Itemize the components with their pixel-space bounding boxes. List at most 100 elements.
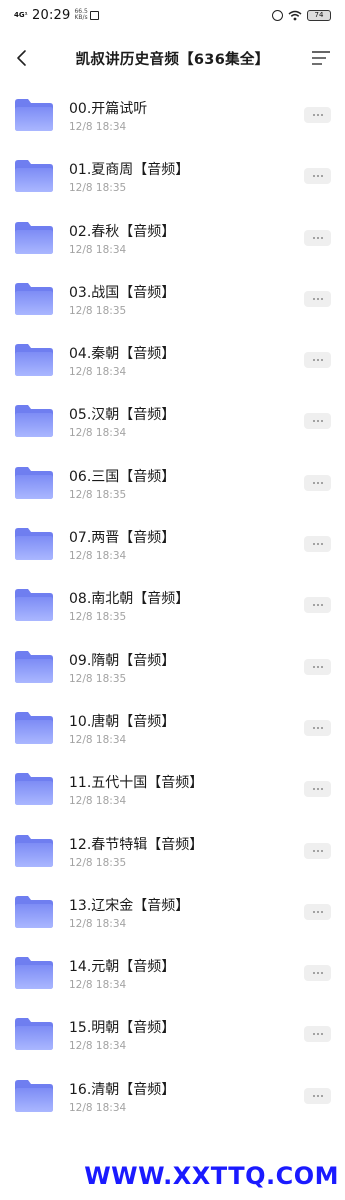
dot xyxy=(320,236,323,239)
network-indicator: 4G¹ xyxy=(14,10,28,19)
item-date: 12/8 18:35 xyxy=(69,672,127,685)
more-button[interactable] xyxy=(304,229,331,246)
item-date: 12/8 18:34 xyxy=(69,917,127,930)
item-name: 07.两晋【音频】 xyxy=(69,530,176,547)
list-item[interactable]: 10.唐朝【音频】 12/8 18:34 xyxy=(0,698,345,759)
dot xyxy=(320,604,323,607)
dot xyxy=(312,726,315,729)
dot xyxy=(320,114,323,116)
list-item[interactable]: 04.秦朝【音频】 12/8 18:34 xyxy=(0,330,345,391)
list-item[interactable]: 13.辽宋金【音频】 12/8 18:34 xyxy=(0,882,345,943)
more-button[interactable] xyxy=(304,965,331,982)
item-date: 12/8 18:35 xyxy=(69,488,127,501)
item-name: 10.唐朝【音频】 xyxy=(69,713,176,730)
dot xyxy=(316,359,319,362)
list-item[interactable]: 09.隋朝【音频】 12/8 18:35 xyxy=(0,637,345,698)
dot xyxy=(316,1033,319,1036)
more-button[interactable] xyxy=(304,474,331,491)
list-item[interactable]: 02.春秋【音频】 12/8 18:34 xyxy=(0,208,345,269)
dot xyxy=(316,420,319,423)
dot xyxy=(312,849,315,852)
dot xyxy=(320,543,323,546)
list-item[interactable]: 03.战国【音频】 12/8 18:35 xyxy=(0,269,345,330)
folder-icon xyxy=(15,773,53,806)
status-bar: 4G¹ 20:29 66.5 KB/s 74 xyxy=(0,0,345,30)
more-button[interactable] xyxy=(304,1087,331,1104)
dot xyxy=(320,665,323,668)
item-name: 14.元朝【音频】 xyxy=(69,959,176,976)
list-menu-icon xyxy=(312,51,330,65)
dot xyxy=(312,665,315,668)
item-date: 12/8 18:35 xyxy=(69,856,127,869)
dot xyxy=(316,543,319,546)
more-button[interactable] xyxy=(304,352,331,369)
more-button[interactable] xyxy=(304,842,331,859)
more-button[interactable] xyxy=(304,903,331,920)
list-item[interactable]: 05.汉朝【音频】 12/8 18:34 xyxy=(0,391,345,452)
item-date: 12/8 18:34 xyxy=(69,550,127,563)
more-button[interactable] xyxy=(304,781,331,798)
item-name: 12.春节特辑【音频】 xyxy=(69,836,204,853)
item-name: 13.辽宋金【音频】 xyxy=(69,897,190,914)
item-date: 12/8 18:34 xyxy=(69,121,127,133)
more-button[interactable] xyxy=(304,168,331,185)
folder-icon xyxy=(15,1018,53,1051)
list-item[interactable]: 07.两晋【音频】 12/8 18:34 xyxy=(0,514,345,575)
list-item[interactable]: 06.三国【音频】 12/8 18:35 xyxy=(0,453,345,514)
list-item[interactable]: 14.元朝【音频】 12/8 18:34 xyxy=(0,943,345,1004)
list-item[interactable]: 12.春节特辑【音频】 12/8 18:35 xyxy=(0,821,345,882)
dot xyxy=(312,359,315,362)
folder-icon xyxy=(15,99,53,131)
more-button[interactable] xyxy=(304,290,331,307)
list-item[interactable]: 01.夏商周【音频】 12/8 18:35 xyxy=(0,146,345,207)
network-speed: 66.5 KB/s xyxy=(74,8,88,21)
folder-icon xyxy=(15,895,53,928)
item-name: 15.明朝【音频】 xyxy=(69,1020,176,1037)
item-name: 16.清朝【音频】 xyxy=(69,1081,176,1098)
more-button[interactable] xyxy=(304,413,331,430)
dot xyxy=(320,359,323,362)
list-item[interactable]: 00.开篇试听 12/8 18:34 xyxy=(0,85,345,146)
more-button[interactable] xyxy=(304,597,331,614)
more-button[interactable] xyxy=(304,107,331,123)
list-item[interactable]: 16.清朝【音频】 12/8 18:34 xyxy=(0,1066,345,1127)
list-item[interactable]: 15.明朝【音频】 12/8 18:34 xyxy=(0,1004,345,1065)
item-date: 12/8 18:34 xyxy=(69,1040,127,1053)
item-name: 04.秦朝【音频】 xyxy=(69,346,176,363)
more-button[interactable] xyxy=(304,536,331,553)
dot xyxy=(316,972,319,975)
more-button[interactable] xyxy=(304,719,331,736)
list-item[interactable]: 11.五代十国【音频】 12/8 18:34 xyxy=(0,759,345,820)
folder-icon xyxy=(15,282,53,315)
list-item[interactable]: 08.南北朝【音频】 12/8 18:35 xyxy=(0,575,345,636)
folder-icon xyxy=(15,344,53,377)
wifi-icon xyxy=(288,10,302,20)
item-date: 12/8 18:35 xyxy=(69,611,127,624)
dot xyxy=(312,297,315,300)
dot xyxy=(320,481,323,484)
folder-icon xyxy=(15,957,53,990)
more-button[interactable] xyxy=(304,1026,331,1043)
folder-icon xyxy=(15,834,53,867)
dot xyxy=(320,1033,323,1036)
folder-icon xyxy=(15,1079,53,1112)
more-button[interactable] xyxy=(304,658,331,675)
item-name: 02.春秋【音频】 xyxy=(69,223,176,240)
dot xyxy=(320,788,323,791)
dot xyxy=(316,481,319,484)
item-date: 12/8 18:35 xyxy=(69,182,127,195)
file-list: 00.开篇试听 12/8 18:34 01.夏商周【音频】 12/8 18:35… xyxy=(0,85,345,1127)
dot xyxy=(312,481,315,484)
dot xyxy=(316,788,319,791)
watermark: WWW.XXTTQ.COM xyxy=(84,1162,339,1190)
dot xyxy=(316,726,319,729)
back-button[interactable] xyxy=(8,44,36,72)
item-date: 12/8 18:34 xyxy=(69,427,127,440)
item-date: 12/8 18:34 xyxy=(69,1101,127,1114)
folder-icon xyxy=(15,528,53,561)
item-name: 06.三国【音频】 xyxy=(69,468,176,485)
menu-button[interactable] xyxy=(307,44,335,72)
item-name: 05.汉朝【音频】 xyxy=(69,407,176,424)
dot xyxy=(320,910,323,913)
dot xyxy=(312,604,315,607)
